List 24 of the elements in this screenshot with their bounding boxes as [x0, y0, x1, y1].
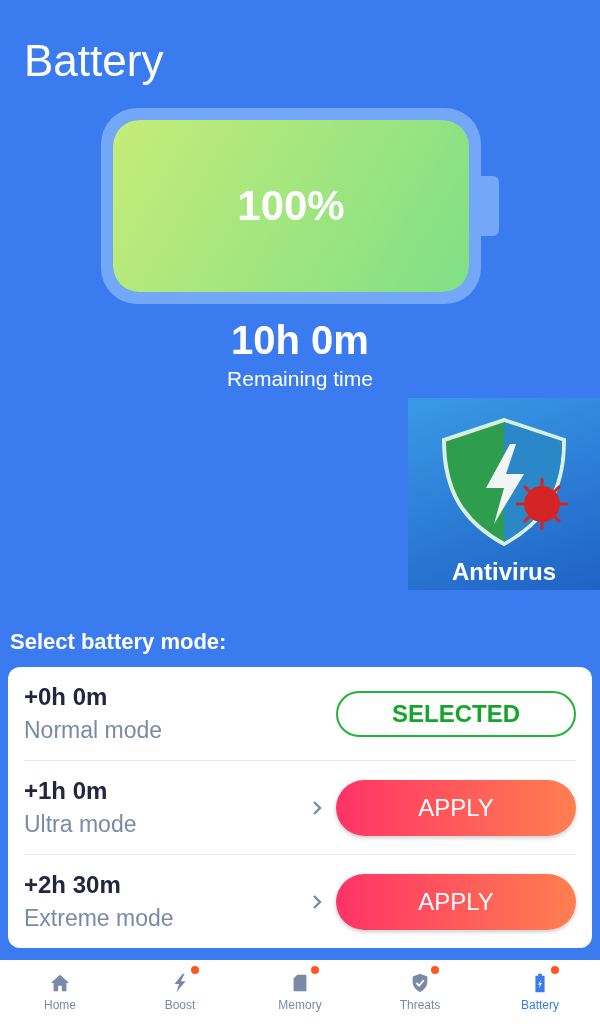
home-icon — [49, 972, 71, 994]
mode-name: Extreme mode — [24, 905, 175, 932]
nav-tab[interactable]: Threats — [360, 960, 480, 1024]
nav-tab[interactable]: Boost — [120, 960, 240, 1024]
nav-tab[interactable]: Home — [0, 960, 120, 1024]
remaining-time: 10h 0m — [231, 318, 369, 363]
antivirus-ad[interactable]: Antivirus — [408, 398, 600, 590]
page-title: Battery — [24, 36, 164, 86]
mode-gain: +2h 30m — [24, 871, 122, 899]
nav-tab[interactable]: Memory — [240, 960, 360, 1024]
battery-percent: 100% — [237, 182, 345, 230]
mode-name: Ultra mode — [24, 811, 138, 838]
chevron-icon — [312, 799, 322, 816]
mode-gain: +1h 0m — [24, 777, 109, 805]
mode-gain: +0h 0m — [24, 683, 109, 711]
nav-tab[interactable]: Battery — [480, 960, 600, 1024]
ad-label: Antivirus — [452, 558, 556, 586]
chevron-icon — [312, 893, 322, 910]
section-heading: Select battery mode: — [10, 629, 228, 655]
mode-name: Normal mode — [24, 717, 164, 744]
apply-button[interactable]: APPLY — [336, 779, 576, 836]
selected-button[interactable]: SELECTED — [336, 690, 576, 737]
apply-button[interactable]: APPLY — [336, 873, 576, 930]
remaining-label: Remaining time — [227, 367, 373, 391]
